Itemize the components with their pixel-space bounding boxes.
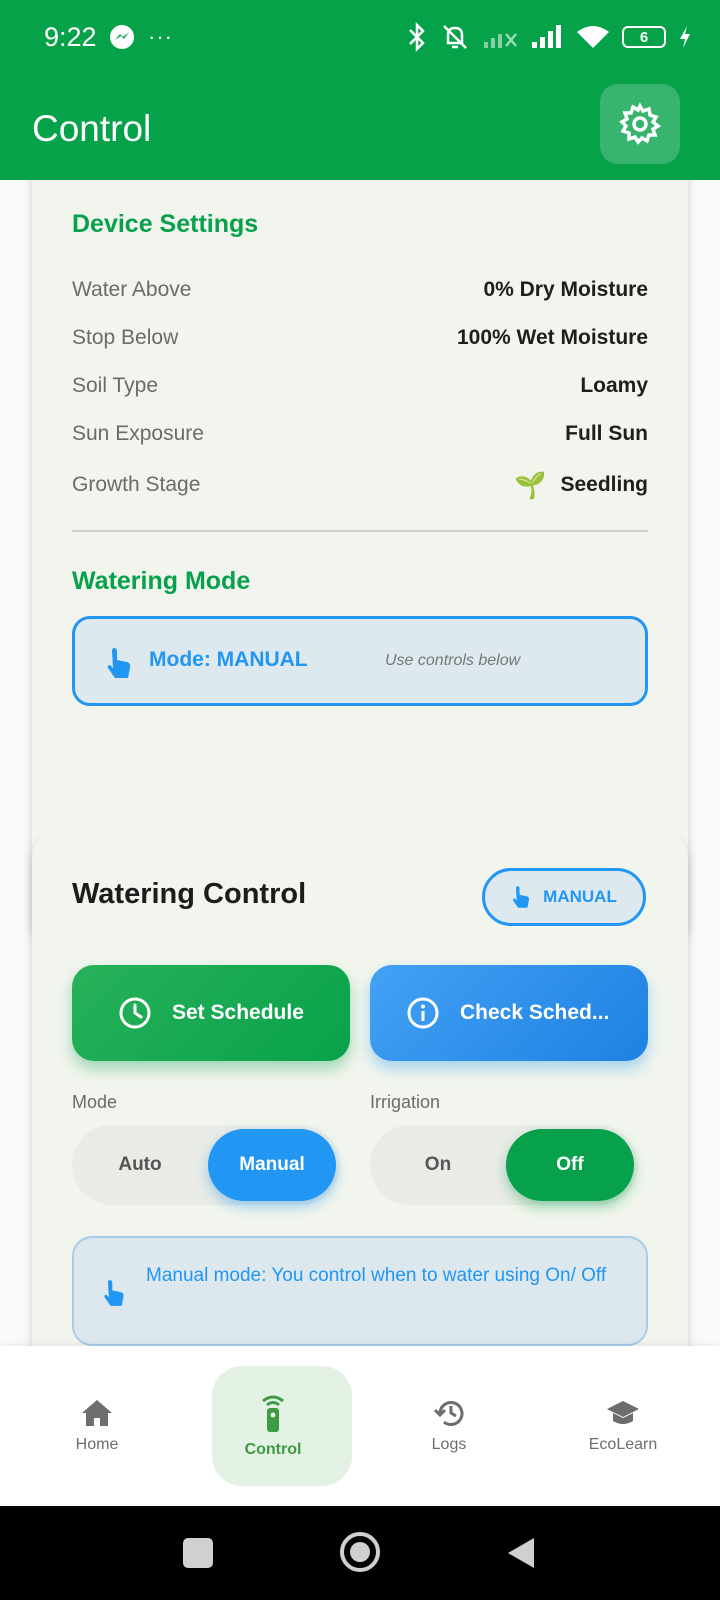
watering-control-title: Watering Control: [72, 878, 307, 910]
messenger-icon: [110, 25, 134, 49]
back-button[interactable]: [506, 1536, 536, 1570]
status-time: 9:22: [44, 22, 97, 52]
irrigation-label: Irrigation: [370, 1092, 441, 1112]
setting-value: 100% Wet Moisture: [457, 326, 648, 349]
page-title: Control: [32, 108, 152, 149]
setting-value: Seedling: [560, 473, 648, 496]
setting-row-soil-type: Soil Type Loamy: [72, 370, 648, 402]
bottom-nav: Home Control Logs EcoLearn: [0, 1346, 720, 1506]
setting-label: Sun Exposure: [72, 422, 204, 445]
hand-pointer-icon: [107, 648, 131, 678]
nav-label: EcoLearn: [588, 1436, 658, 1453]
settings-button[interactable]: [600, 84, 680, 164]
nav-label: Control: [244, 1441, 302, 1458]
seedling-icon: 🌱: [514, 469, 547, 500]
nav-logs[interactable]: Logs: [361, 1346, 537, 1506]
irrigation-off-option[interactable]: Off: [506, 1129, 634, 1201]
check-schedule-label: Check Sched...: [460, 1001, 610, 1024]
chip-label: MANUAL: [543, 887, 617, 906]
mode-label: Mode: [72, 1092, 118, 1112]
mode-text: Mode: MANUAL: [149, 648, 308, 671]
watering-mode-box: Mode: MANUAL Use controls below: [72, 616, 648, 706]
manual-mode-info: Manual mode: You control when to water u…: [72, 1236, 648, 1346]
divider: [72, 530, 648, 532]
bluetooth-icon: [409, 22, 425, 52]
status-bar: 9:22 ··· 6: [0, 0, 720, 78]
bell-muted-icon: [443, 25, 467, 49]
home-icon: [82, 1400, 112, 1426]
setting-label: Soil Type: [72, 374, 158, 397]
setting-row-growth-stage: Growth Stage 🌱 Seedling: [72, 469, 648, 501]
watering-control-card: Watering Control MANUAL Set Schedule Che…: [32, 830, 688, 1346]
nav-label: Home: [75, 1436, 119, 1453]
nav-ecolearn[interactable]: EcoLearn: [535, 1346, 711, 1506]
setting-row-water-above: Water Above 0% Dry Moisture: [72, 274, 648, 306]
setting-value: Loamy: [580, 374, 648, 397]
gear-icon: [619, 102, 662, 145]
signal-off-icon: [484, 33, 517, 48]
graduation-cap-icon: [607, 1401, 639, 1424]
battery-icon: 6: [622, 26, 666, 48]
setting-value: 0% Dry Moisture: [483, 278, 648, 301]
setting-label: Water Above: [72, 278, 192, 301]
manual-mode-info-text: Manual mode: You control when to water u…: [146, 1265, 607, 1286]
wifi-icon: [577, 26, 609, 48]
nav-control[interactable]: Control: [185, 1346, 361, 1506]
clock-icon: [119, 997, 151, 1029]
manual-mode-chip[interactable]: MANUAL: [482, 868, 646, 926]
app-bar: Control: [0, 78, 720, 180]
content-scroll[interactable]: Device Settings Water Above 0% Dry Moist…: [0, 180, 720, 1346]
setting-label: Growth Stage: [72, 473, 201, 496]
more-notifications-icon: ···: [148, 24, 173, 49]
setting-label: Stop Below: [72, 326, 179, 349]
mode-hint: Use controls below: [385, 652, 521, 669]
nav-label: Logs: [431, 1436, 467, 1453]
nav-home[interactable]: Home: [9, 1346, 185, 1506]
home-button-dot: [350, 1542, 370, 1562]
signal-icon: [532, 25, 561, 48]
device-settings-title: Device Settings: [72, 210, 259, 238]
watering-mode-title: Watering Mode: [72, 567, 251, 595]
irrigation-toggle: On Off: [370, 1125, 638, 1205]
home-button[interactable]: [340, 1532, 380, 1572]
check-schedule-button[interactable]: Check Sched...: [370, 965, 648, 1061]
mode-toggle: Auto Manual: [72, 1125, 340, 1205]
system-nav-bar: [0, 1506, 720, 1600]
irrigation-on-option[interactable]: On: [374, 1129, 502, 1201]
hand-pointer-icon: [104, 1280, 124, 1306]
setting-row-stop-below: Stop Below 100% Wet Moisture: [72, 322, 648, 354]
set-schedule-button[interactable]: Set Schedule: [72, 965, 350, 1061]
set-schedule-label: Set Schedule: [172, 1001, 304, 1024]
mode-auto-option[interactable]: Auto: [76, 1129, 204, 1201]
hand-pointer-icon: [513, 886, 530, 908]
remote-control-icon: [262, 1395, 284, 1432]
recents-button[interactable]: [183, 1538, 213, 1568]
setting-value: Full Sun: [565, 422, 648, 445]
mode-manual-option[interactable]: Manual: [208, 1129, 336, 1201]
history-icon: [433, 1401, 464, 1426]
info-icon: [407, 997, 439, 1029]
setting-row-sun-exposure: Sun Exposure Full Sun: [72, 418, 648, 450]
charging-icon: [680, 26, 690, 48]
